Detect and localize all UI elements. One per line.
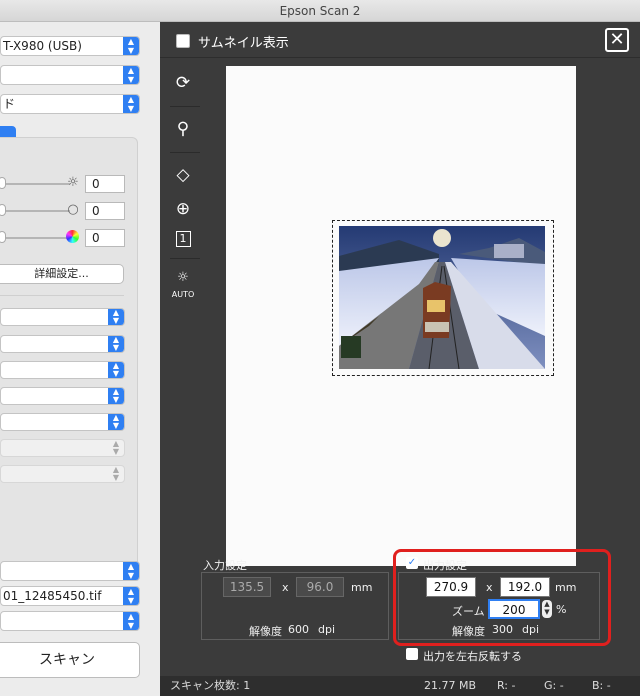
- rotate-icon[interactable]: ⟳: [170, 70, 196, 96]
- chevron-updown-icon: ▲ ▼: [108, 362, 124, 378]
- close-icon[interactable]: ✕: [605, 28, 629, 52]
- input-resolution-unit: dpi: [318, 623, 336, 636]
- input-width-field: 135.5: [223, 577, 271, 597]
- chevron-updown-icon: ▲ ▼: [123, 37, 139, 55]
- chevron-updown-icon: ▲ ▼: [123, 95, 139, 113]
- input-x-label: x: [282, 581, 289, 594]
- output-panel: 入力設定 135.5 x 96.0 mm 解像度 600 dpi ✓ 出力設定 …: [160, 546, 640, 696]
- saturation-icon: [66, 230, 79, 243]
- input-unit-label: mm: [351, 581, 373, 594]
- auto-label: AUTO: [171, 290, 195, 299]
- chevron-updown-icon: ▲ ▼: [112, 465, 120, 482]
- advanced-settings-button[interactable]: 詳細設定...: [0, 264, 124, 284]
- preview-photo: [339, 226, 545, 369]
- option-select-2[interactable]: ▲ ▼: [0, 335, 125, 353]
- contrast-input[interactable]: 0: [85, 202, 125, 220]
- scan-button[interactable]: スキャン: [0, 642, 140, 678]
- mode-select[interactable]: ド ▲ ▼: [0, 94, 140, 114]
- preview-toolbar: サムネイル表示 ✕: [160, 22, 640, 58]
- eraser-icon[interactable]: ◇: [170, 162, 196, 188]
- option-select-3[interactable]: ▲ ▼: [0, 361, 125, 379]
- brightness-icon: ☼: [67, 175, 79, 190]
- filename-select[interactable]: 01_12485450.tif ▲ ▼: [0, 586, 140, 606]
- chevron-updown-icon: ▲ ▼: [108, 336, 124, 352]
- chevron-updown-icon: ▲ ▼: [123, 612, 139, 630]
- thumbnail-label: サムネイル表示: [198, 36, 289, 51]
- file-size: 21.77 MB: [424, 679, 477, 692]
- mirror-checkbox[interactable]: [406, 648, 418, 660]
- auto-exposure-icon[interactable]: ☼ AUTO: [170, 270, 196, 299]
- chevron-updown-icon: ▲ ▼: [108, 388, 124, 404]
- b-value: B: -: [592, 679, 611, 692]
- chevron-updown-icon: ▲ ▼: [123, 66, 139, 84]
- input-resolution-label: 解像度: [249, 625, 282, 638]
- option-select-6-disabled: ▲ ▼: [0, 439, 125, 457]
- g-value: G: -: [544, 679, 564, 692]
- contrast-slider-knob[interactable]: [0, 204, 6, 216]
- saturation-slider-knob[interactable]: [0, 231, 6, 243]
- chevron-updown-icon: ▲ ▼: [123, 562, 139, 580]
- format-select[interactable]: ▲ ▼: [0, 561, 140, 581]
- zoom-icon[interactable]: ⚲: [170, 116, 196, 142]
- brightness-slider-knob[interactable]: [0, 177, 6, 189]
- image-adjust-group: ☼ 0 ○ 0 0 詳細設定... ▲ ▼ ▲ ▼ ▲ ▼ ▲ ▼ ▲ ▼ ▲ ▼ ▲ ▼: [0, 137, 138, 574]
- input-height-field: 96.0: [296, 577, 344, 597]
- highlight-annotation: [393, 549, 611, 646]
- scanner-select[interactable]: T-X980 (USB) ▲ ▼: [0, 36, 140, 56]
- status-bar: スキャン枚数: 1 21.77 MB R: - G: - B: -: [160, 676, 640, 696]
- brightness-slider[interactable]: [0, 183, 70, 185]
- chevron-updown-icon: ▲ ▼: [112, 439, 120, 456]
- option-select-5[interactable]: ▲ ▼: [0, 413, 125, 431]
- r-value: R: -: [497, 679, 516, 692]
- option-select-7-disabled: ▲ ▼: [0, 465, 125, 483]
- saturation-input[interactable]: 0: [85, 229, 125, 247]
- marquee-count-icon[interactable]: 1: [170, 226, 196, 252]
- add-marquee-icon[interactable]: ⊕: [170, 196, 196, 222]
- scan-count: スキャン枚数: 1: [170, 679, 251, 692]
- chevron-updown-icon: ▲ ▼: [123, 587, 139, 605]
- option-select-1[interactable]: ▲ ▼: [0, 308, 125, 326]
- contrast-icon: ○: [67, 202, 79, 217]
- mode-select-value: ド: [3, 97, 16, 111]
- brightness-input[interactable]: 0: [85, 175, 125, 193]
- saturation-slider[interactable]: [0, 237, 70, 239]
- divider: [170, 258, 200, 259]
- thumbnail-checkbox[interactable]: [176, 34, 190, 48]
- marquee-count-badge: 1: [175, 231, 191, 247]
- scanner-select-value: T-X980 (USB): [3, 39, 82, 53]
- filename-value: 01_12485450.tif: [3, 589, 102, 603]
- window-title: Epson Scan 2: [0, 0, 640, 22]
- divider: [0, 295, 124, 296]
- preview-canvas[interactable]: [226, 66, 576, 566]
- chevron-updown-icon: ▲ ▼: [108, 309, 124, 325]
- input-settings-title: 入力設定: [203, 559, 247, 572]
- source-select[interactable]: ▲ ▼: [0, 65, 140, 85]
- divider: [170, 106, 200, 107]
- option-select-4[interactable]: ▲ ▼: [0, 387, 125, 405]
- folder-select[interactable]: ▲ ▼: [0, 611, 140, 631]
- contrast-slider[interactable]: [0, 210, 70, 212]
- mirror-label: 出力を左右反転する: [423, 650, 522, 663]
- settings-panel: T-X980 (USB) ▲ ▼ ▲ ▼ ド ▲ ▼ ☼ 0 ○ 0 0 詳細設定..…: [0, 22, 160, 696]
- chevron-updown-icon: ▲ ▼: [108, 414, 124, 430]
- input-resolution-value: 600: [288, 623, 309, 636]
- preview-area: サムネイル表示 ✕ ⟳ ⚲ ◇ ⊕ 1 ☼ AUTO 入力設定 135.5 x …: [160, 22, 640, 696]
- divider: [170, 152, 200, 153]
